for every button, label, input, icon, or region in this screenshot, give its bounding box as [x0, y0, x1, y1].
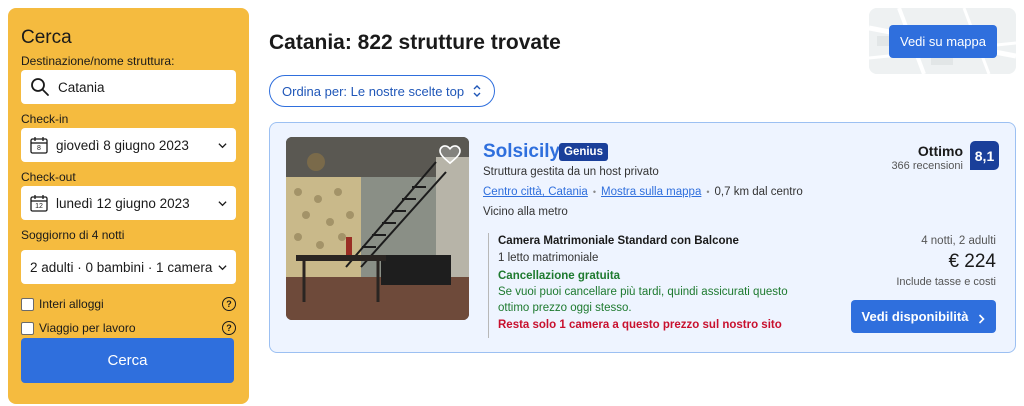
room-type: Camera Matrimoniale Standard con Balcone [498, 235, 739, 247]
cancellation-note-line: ottimo prezzo oggi stesso. [498, 302, 632, 314]
destination-label: Destinazione/nome struttura: [21, 54, 175, 68]
page: Cerca Destinazione/nome struttura: Catan… [0, 0, 1024, 406]
show-on-map-link[interactable]: Mostra sulla mappa [601, 186, 701, 198]
calendar-day: 8 [37, 145, 41, 152]
review-count[interactable]: 366 recensioni [891, 160, 963, 172]
checkout-field[interactable]: 12 lunedì 12 giugno 2023 [21, 186, 236, 220]
favorite-heart-icon[interactable] [439, 145, 461, 170]
search-sidebar: Cerca Destinazione/nome struttura: Catan… [8, 8, 249, 404]
nearby-text: Vicino alla metro [483, 206, 568, 218]
help-icon[interactable]: ? [222, 297, 236, 311]
destination-value: Catania [58, 79, 105, 95]
property-photo[interactable] [286, 137, 469, 320]
separator-dot: • [592, 187, 596, 197]
help-icon[interactable]: ? [222, 321, 236, 335]
property-name[interactable]: Solsicily [483, 141, 560, 163]
search-button[interactable]: Cerca [21, 338, 234, 383]
checkin-label: Check-in [21, 112, 69, 126]
property-card[interactable]: Solsicily Genius Struttura gestita da un… [269, 122, 1016, 353]
taxes-note: Include tasse e costi [896, 276, 996, 288]
stay-summary: 4 notti, 2 adulti [921, 235, 996, 247]
destination-input[interactable]: Catania [21, 70, 236, 104]
scarcity-message: Resta solo 1 camera a questo prezzo sul … [498, 319, 782, 331]
sort-label: Ordina per: Le nostre scelte top [282, 83, 465, 99]
chevron-down-icon [218, 141, 227, 150]
chevron-down-icon [218, 263, 227, 272]
sort-dropdown[interactable]: Ordina per: Le nostre scelte top [269, 75, 496, 107]
location-link[interactable]: Centro città, Catania [483, 186, 588, 198]
chevron-down-icon [218, 199, 227, 208]
calendar-icon: 8 [30, 136, 48, 154]
rating-word: Ottimo [917, 143, 963, 159]
see-availability-label: Vedi disponibilità [861, 309, 969, 324]
sort-chevron-icon [472, 84, 482, 98]
price: € 224 [948, 251, 996, 272]
checkin-value: giovedì 8 giugno 2023 [56, 137, 189, 153]
cancellation-note: Se vuoi puoi cancellare più tardi, quind… [498, 284, 798, 316]
show-map-button[interactable]: Vedi su mappa [889, 25, 997, 58]
cancellation-note-line: Se vuoi puoi cancellare più tardi, quind… [498, 286, 788, 298]
guests-field[interactable]: 2 adulti · 0 bambini · 1 camera [21, 250, 236, 284]
room-details: Camera Matrimoniale Standard con Balcone… [488, 233, 798, 338]
stay-length-label: Soggiorno di 4 notti [21, 228, 125, 242]
calendar-day: 12 [35, 203, 43, 210]
bed-info: 1 letto matrimoniale [498, 252, 599, 264]
sidebar-title: Cerca [21, 27, 72, 48]
business-travel-checkbox[interactable] [21, 321, 34, 335]
distance-text: 0,7 km dal centro [714, 186, 803, 198]
review-score-badge: 8,1 [970, 141, 999, 170]
checkout-value: lunedì 12 giugno 2023 [56, 195, 190, 211]
whole-homes-label: Interi alloggi [39, 297, 104, 311]
business-travel-label: Viaggio per lavoro [39, 321, 136, 335]
whole-homes-checkbox[interactable] [21, 297, 34, 311]
separator-dot: • [706, 187, 710, 197]
checkout-label: Check-out [21, 170, 76, 184]
business-travel-row[interactable]: Viaggio per lavoro ? [21, 320, 236, 336]
free-cancellation: Cancellazione gratuita [498, 270, 621, 282]
genius-badge: Genius [559, 143, 608, 161]
see-availability-button[interactable]: Vedi disponibilità [851, 300, 996, 333]
guests-value: 2 adulti · 0 bambini · 1 camera [30, 259, 213, 275]
whole-homes-row[interactable]: Interi alloggi ? [21, 296, 236, 312]
chevron-right-icon [978, 312, 986, 324]
property-subtitle: Struttura gestita da un host privato [483, 166, 659, 178]
checkin-field[interactable]: 8 giovedì 8 giugno 2023 [21, 128, 236, 162]
calendar-icon: 12 [30, 194, 48, 212]
location-row: Centro città, Catania • Mostra sulla map… [483, 186, 803, 198]
search-icon [30, 77, 50, 97]
results-title: Catania: 822 strutture trovate [269, 31, 561, 54]
